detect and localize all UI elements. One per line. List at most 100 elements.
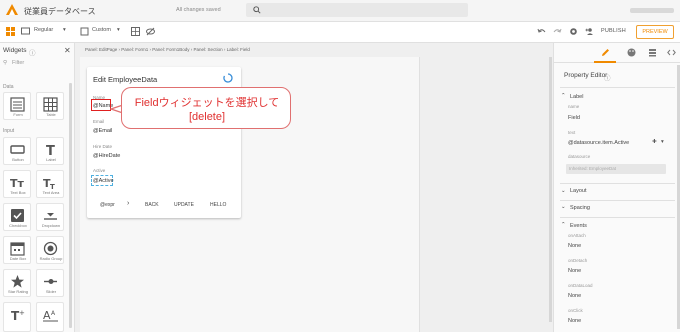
- widget-form[interactable]: Form: [3, 92, 31, 120]
- text-area-icon: TT: [43, 177, 55, 190]
- event-name: onDetach: [568, 258, 588, 263]
- widget-slider[interactable]: Slider: [36, 269, 64, 297]
- name-property-label: name: [568, 104, 580, 109]
- widget-more-2[interactable]: AA: [36, 302, 64, 332]
- event-name: onAttach: [568, 233, 586, 238]
- collapse-events-icon[interactable]: ⌃: [561, 222, 566, 228]
- event-name: onClick: [568, 308, 583, 313]
- widget-label[interactable]: T Label: [36, 137, 64, 165]
- svg-text:A: A: [43, 309, 51, 322]
- expr-button[interactable]: @expr: [100, 202, 115, 208]
- binding-chevron-down-icon[interactable]: ▾: [661, 139, 664, 145]
- instruction-callout: Fieldウィジェットを選択して [delete]: [121, 87, 291, 129]
- widget-text-box[interactable]: Tт Text Box: [3, 170, 31, 198]
- radio-icon: [43, 241, 58, 256]
- spacing-section-header[interactable]: Spacing: [570, 205, 590, 211]
- widget-more-1[interactable]: T +: [3, 302, 31, 332]
- size-select[interactable]: Custom: [92, 27, 111, 33]
- text-box-icon: Tт: [10, 177, 25, 190]
- label-section-header[interactable]: Label: [570, 94, 583, 100]
- search-icon: [253, 6, 261, 14]
- widgets-scrollbar[interactable]: [69, 83, 72, 328]
- name-property-value[interactable]: Field: [568, 115, 580, 121]
- label-icon: T: [46, 144, 55, 157]
- button-icon: [10, 145, 25, 154]
- callout-line-1: Fieldウィジェットを選択して: [134, 97, 280, 109]
- events-section-header[interactable]: Events: [570, 223, 587, 229]
- hide-icon[interactable]: [146, 27, 155, 36]
- widget-radio-group[interactable]: Radio Group: [36, 236, 64, 264]
- undo-icon[interactable]: [537, 27, 546, 36]
- hello-button[interactable]: HELLO: [210, 202, 226, 208]
- widget-dropdown[interactable]: Dropdown: [36, 203, 64, 231]
- slider-icon: [44, 279, 57, 284]
- palette-icon[interactable]: [627, 48, 636, 57]
- event-value[interactable]: None: [568, 318, 581, 324]
- publish-button[interactable]: PUBLISH: [601, 28, 626, 34]
- refresh-spinner-icon: [223, 73, 233, 83]
- back-button[interactable]: BACK: [145, 202, 159, 208]
- device-select[interactable]: Regular: [34, 27, 53, 33]
- table-icon: [43, 97, 58, 112]
- user-account[interactable]: [630, 8, 674, 13]
- widgets-panel: Widgets ⓘ ✕ ⚲ Filter Data Form Table Inp…: [0, 43, 75, 332]
- help-icon[interactable]: ⓘ: [29, 47, 36, 57]
- property-editor-title: Property Editor: [564, 72, 608, 79]
- event-value[interactable]: None: [568, 293, 581, 299]
- text-plus-icon: T +: [11, 309, 25, 322]
- device-chevron-down-icon[interactable]: ▾: [63, 27, 66, 33]
- selected-field-highlight: [91, 99, 111, 111]
- canvas-scrollbar[interactable]: [549, 57, 552, 322]
- svg-text:A: A: [51, 310, 56, 317]
- database-icon[interactable]: [648, 48, 657, 57]
- event-value[interactable]: None: [568, 268, 581, 274]
- add-user-icon[interactable]: [585, 27, 594, 36]
- app-title: 従業員データベース: [24, 7, 96, 16]
- size-icon[interactable]: [80, 27, 89, 36]
- grid-icon[interactable]: [131, 27, 140, 36]
- section-data: Data: [3, 84, 14, 90]
- field-active-value[interactable]: @Active: [93, 178, 114, 184]
- search-input[interactable]: [246, 3, 468, 17]
- close-icon[interactable]: ✕: [64, 46, 71, 55]
- widgets-title: Widgets: [3, 47, 27, 54]
- add-binding-icon[interactable]: ✚: [652, 139, 657, 145]
- event-name: onDataLoad: [568, 283, 593, 288]
- widget-button[interactable]: Button: [3, 137, 31, 165]
- field-hire-date-value[interactable]: @HireDate: [93, 153, 120, 159]
- text-property-value[interactable]: @datasource.item.Active: [568, 140, 629, 146]
- widget-filter-input[interactable]: Filter: [12, 60, 24, 66]
- expand-spacing-icon[interactable]: ⌄: [561, 204, 566, 210]
- field-email-value[interactable]: @Email: [93, 128, 112, 134]
- chevron-right-icon[interactable]: ›: [127, 200, 129, 207]
- breadcrumb[interactable]: Panel: EditPage › Panel: Form1 › Panel: …: [85, 47, 250, 52]
- datasource-property-input[interactable]: Inherited: EmployeeDat: [566, 164, 666, 174]
- form-icon: [10, 97, 25, 112]
- widget-star-rating[interactable]: Star Rating: [3, 269, 31, 297]
- property-tabs: [554, 43, 680, 63]
- app-logo-icon: [6, 4, 18, 15]
- gear-icon[interactable]: [569, 27, 578, 36]
- widget-table[interactable]: Table: [36, 92, 64, 120]
- preview-button[interactable]: PREVIEW: [636, 25, 674, 39]
- field-email-label: Email: [93, 119, 105, 124]
- expand-layout-icon[interactable]: ⌄: [561, 188, 566, 194]
- widget-checkbox[interactable]: Checkbox: [3, 203, 31, 231]
- device-icon[interactable]: [21, 27, 30, 36]
- property-help-icon[interactable]: ⓘ: [604, 72, 611, 82]
- widget-date-box[interactable]: Date Box: [3, 236, 31, 264]
- section-input: Input: [3, 128, 15, 134]
- collapse-label-icon[interactable]: ⌃: [561, 93, 566, 99]
- save-status: All changes saved: [176, 7, 221, 13]
- update-button[interactable]: UPDATE: [174, 202, 194, 208]
- code-icon[interactable]: [667, 48, 676, 57]
- apps-grid-icon[interactable]: [6, 27, 15, 36]
- toolbar: Regular ▾ Custom ▾ PUBLISH PREVIEW: [0, 22, 680, 43]
- widget-text-area[interactable]: TT Text Area: [36, 170, 64, 198]
- pencil-icon[interactable]: [601, 48, 610, 57]
- size-chevron-down-icon[interactable]: ▾: [117, 27, 120, 33]
- layout-section-header[interactable]: Layout: [570, 188, 587, 194]
- event-value[interactable]: None: [568, 243, 581, 249]
- redo-icon[interactable]: [553, 27, 562, 36]
- filter-icon: ⚲: [3, 60, 8, 66]
